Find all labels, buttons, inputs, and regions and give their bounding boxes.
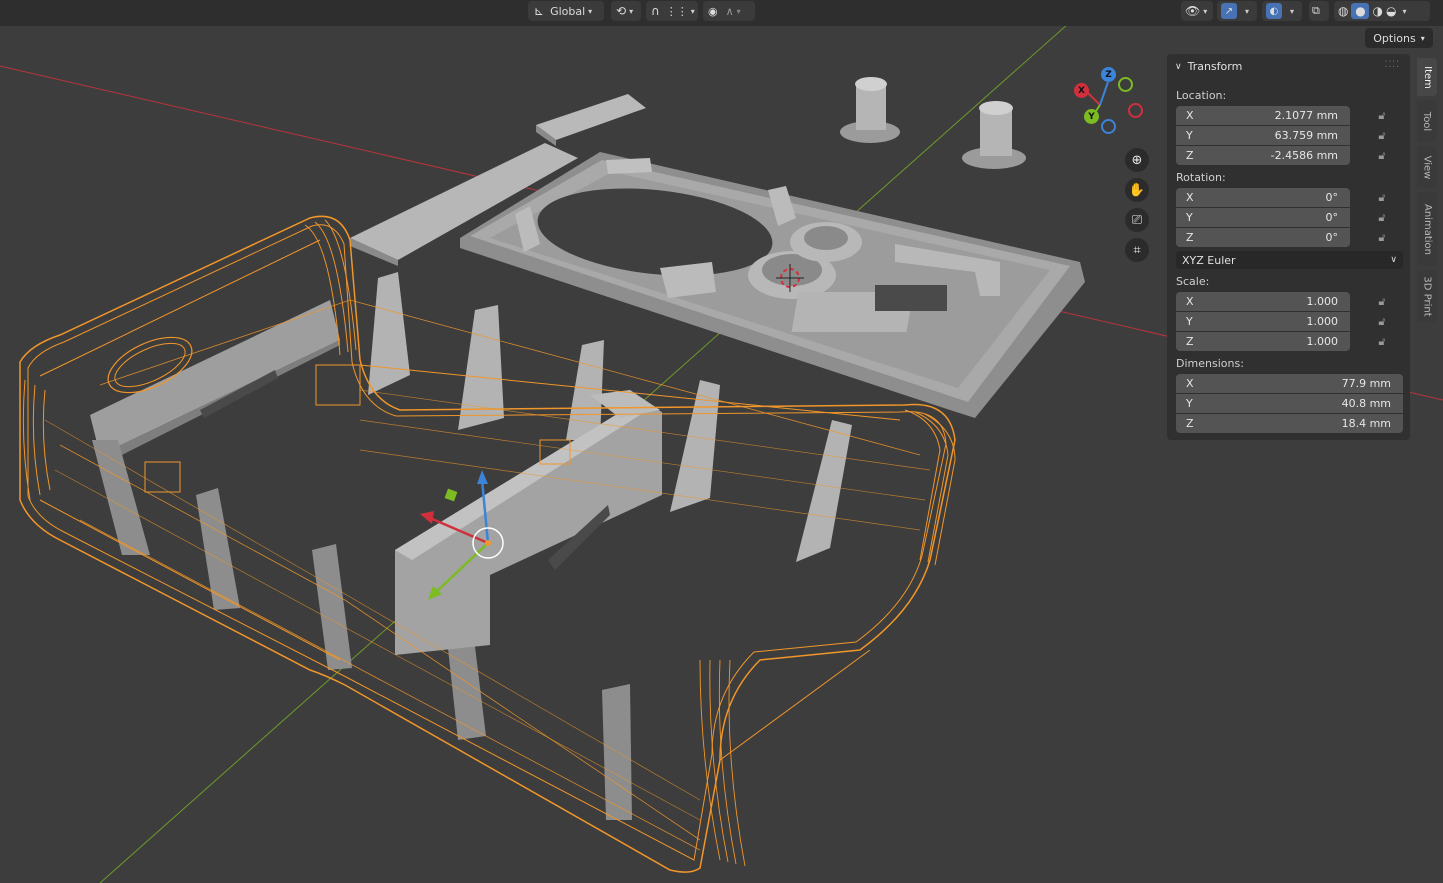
tab-item[interactable]: Item [1417, 58, 1437, 96]
gizmo-toggle[interactable]: ↗ ▾ [1217, 1, 1257, 21]
lock-icon[interactable]: 🔓︎ [1376, 315, 1388, 329]
chevron-down-icon: ▾ [1402, 6, 1407, 16]
chevron-down-icon: ▾ [690, 6, 695, 16]
chevron-down-icon: ▾ [1245, 6, 1250, 16]
nav-gizmo-neg-y[interactable] [1118, 77, 1133, 92]
rotation-z-field[interactable]: Z 0° [1176, 228, 1350, 247]
lock-icon[interactable]: 🔓︎ [1376, 231, 1388, 245]
tab-animation[interactable]: Animation [1417, 192, 1437, 266]
scale-z-field[interactable]: Z 1.000 [1176, 332, 1350, 351]
screw-posts [840, 77, 1026, 169]
scale-label: Scale: [1176, 275, 1210, 288]
lock-icon[interactable]: 🔓︎ [1376, 191, 1388, 205]
gizmo-icon: ↗ [1221, 3, 1237, 19]
rotation-label: Rotation: [1176, 171, 1226, 184]
viewport-header: ⊾ Global ▾ ⟲ ▾ ∩ ⋮⋮ ▾ ◉ ∧ ▾ 👁 ▾ ↗ ▾ ◐ ▾ … [0, 0, 1443, 26]
dimensions-z-field[interactable]: Z 18.4 mm [1176, 414, 1403, 433]
solid-shading-icon[interactable]: ● [1351, 3, 1370, 19]
options-label: Options [1373, 31, 1416, 45]
lock-icon[interactable]: 🔓︎ [1376, 335, 1388, 349]
transform-panel-header[interactable]: ∨ Transform [1175, 60, 1242, 73]
falloff-curve-icon: ∧ [725, 4, 734, 18]
sidebar-tabs: Item Tool View Animation 3D Print [1416, 56, 1438, 326]
object-visibility-dropdown[interactable]: 👁 ▾ [1181, 1, 1213, 21]
eye-icon: 👁 [1185, 4, 1201, 18]
location-label: Location: [1176, 89, 1227, 102]
dimensions-x-field[interactable]: X 77.9 mm [1176, 374, 1403, 393]
nav-gizmo-neg-x[interactable] [1128, 103, 1143, 118]
chevron-down-icon: ▾ [588, 6, 593, 16]
xray-toggle[interactable]: ⧉ [1309, 1, 1329, 21]
options-dropdown[interactable]: Options ▾ [1365, 28, 1433, 48]
chevron-down-icon: ▾ [1290, 6, 1295, 16]
scale-x-field[interactable]: X 1.000 [1176, 292, 1350, 311]
lock-icon[interactable]: 🔓︎ [1376, 129, 1388, 143]
pivot-icon: ⟲ [616, 4, 627, 18]
scale-y-field[interactable]: Y 1.000 [1176, 312, 1350, 331]
nav-gizmo-x[interactable]: X [1074, 83, 1089, 98]
chevron-down-icon: ▾ [629, 6, 634, 16]
snap-grid-icon: ⋮⋮ [665, 4, 688, 18]
chevron-down-icon: ▾ [736, 6, 741, 16]
rotation-y-field[interactable]: Y 0° [1176, 208, 1350, 227]
location-x-field[interactable]: X 2.1077 mm [1176, 106, 1350, 125]
rendered-shading-icon[interactable]: ◒ [1386, 4, 1396, 18]
xray-icon: ⧉ [1312, 4, 1320, 17]
proportional-edit-toggle[interactable]: ◉ ∧ ▾ [703, 1, 755, 21]
lock-icon[interactable]: 🔓︎ [1376, 211, 1388, 225]
transform-panel: ∨ Transform ⁚⁚⁚⁚ Location: X 2.1077 mm Y… [1167, 54, 1410, 440]
transform-orientation-dropdown[interactable]: ⊾ Global ▾ [528, 1, 604, 21]
orientation-icon: ⊾ [534, 4, 545, 18]
chevron-down-icon: ∨ [1390, 255, 1397, 265]
overlays-toggle[interactable]: ◐ ▾ [1262, 1, 1302, 21]
chevron-down-icon: ▾ [1203, 6, 1208, 16]
pan-hand-icon[interactable]: ✋ [1125, 178, 1149, 202]
nav-gizmo-neg-z[interactable] [1101, 119, 1116, 134]
box-internals [90, 272, 852, 820]
lock-icon[interactable]: 🔓︎ [1376, 295, 1388, 309]
shading-mode-group[interactable]: ◍ ● ◑ ◒ ▾ [1334, 1, 1430, 21]
nav-gizmo-y[interactable]: Y [1084, 109, 1099, 124]
perspective-grid-icon[interactable]: ⌗ [1125, 238, 1149, 262]
panel-title: Transform [1187, 60, 1243, 73]
rotation-x-field[interactable]: X 0° [1176, 188, 1350, 207]
chevron-down-icon: ∨ [1175, 61, 1182, 72]
proportional-edit-icon: ◉ [708, 4, 718, 18]
snap-toggle[interactable]: ∩ ⋮⋮ ▾ [646, 1, 698, 21]
lid-plate [460, 152, 1085, 418]
drag-grip-icon[interactable]: ⁚⁚⁚⁚ [1385, 60, 1400, 70]
dimensions-label: Dimensions: [1176, 357, 1244, 370]
rotation-mode-dropdown[interactable]: XYZ Euler ∨ [1176, 251, 1403, 269]
snap-magnet-icon: ∩ [651, 4, 660, 18]
lock-icon[interactable]: 🔓︎ [1376, 149, 1388, 163]
tab-tool[interactable]: Tool [1417, 100, 1437, 142]
orientation-label: Global [550, 4, 586, 18]
material-preview-icon[interactable]: ◑ [1372, 4, 1382, 18]
chevron-down-icon: ▾ [1420, 33, 1425, 43]
camera-icon[interactable]: ⎚ [1125, 208, 1149, 232]
lock-icon[interactable]: 🔓︎ [1376, 109, 1388, 123]
location-z-field[interactable]: Z -2.4586 mm [1176, 146, 1350, 165]
overlays-icon: ◐ [1266, 3, 1282, 19]
pivot-point-dropdown[interactable]: ⟲ ▾ [611, 1, 641, 21]
nav-gizmo-z[interactable]: Z [1101, 67, 1116, 82]
tab-view[interactable]: View [1417, 146, 1437, 188]
dimensions-y-field[interactable]: Y 40.8 mm [1176, 394, 1403, 413]
tab-3d-print[interactable]: 3D Print [1417, 270, 1437, 322]
zoom-icon[interactable]: ⊕ [1125, 148, 1149, 172]
wireframe-shading-icon[interactable]: ◍ [1338, 4, 1348, 18]
location-y-field[interactable]: Y 63.759 mm [1176, 126, 1350, 145]
